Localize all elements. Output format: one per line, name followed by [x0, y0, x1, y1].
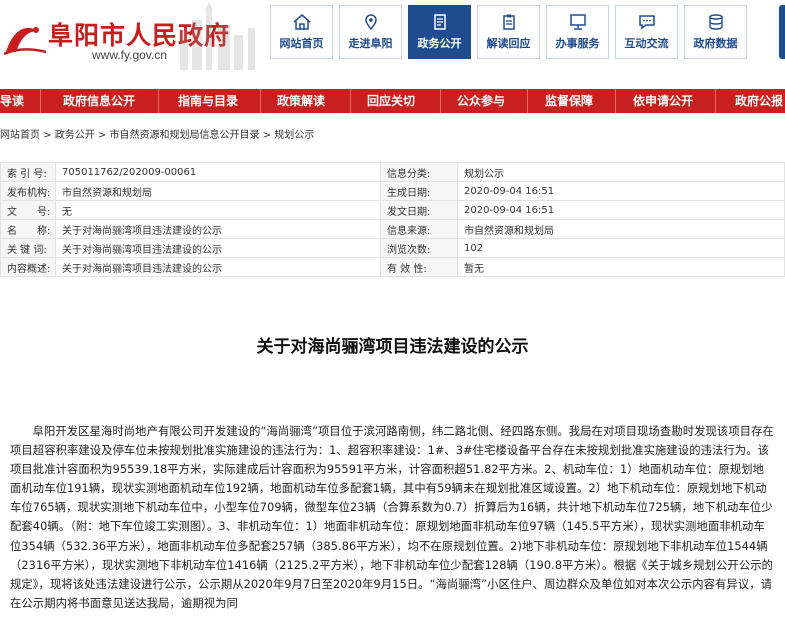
main-nav-item[interactable]: 依申请公开 — [633, 89, 693, 113]
meta-label: 生成日期: — [380, 181, 458, 201]
skyline-decoration — [180, 2, 255, 70]
meta-value: 2020-09-04 16:51 — [457, 200, 785, 220]
meta-value: 关于对海尚骊湾项目违法建设的公示 — [55, 257, 381, 277]
top-nav-label: 办事服务 — [555, 37, 600, 50]
meta-value: 关于对海尚骊湾项目违法建设的公示 — [55, 238, 381, 258]
nav-divider — [615, 89, 616, 113]
meta-label: 发文日期: — [380, 200, 458, 220]
article-title: 关于对海尚骊湾项目违法建设的公示 — [256, 337, 529, 357]
top-nav-label: 网站首页 — [279, 37, 324, 50]
site-url: www.fy.gov.cn — [92, 48, 167, 62]
nav-divider — [527, 89, 528, 113]
meta-label: 信息来源: — [380, 219, 458, 239]
meta-value: 102 — [457, 238, 785, 258]
clipboard-icon — [502, 14, 515, 30]
location-icon — [364, 14, 377, 30]
nav-divider — [158, 89, 159, 113]
meta-label: 索 引 号: — [0, 162, 56, 182]
meta-value: 705011762/202009-00061 — [55, 162, 381, 182]
main-nav-item[interactable]: 导读 — [0, 89, 24, 113]
meta-value: 市自然资源和规划局 — [457, 219, 785, 239]
meta-label: 名 称: — [0, 219, 56, 239]
meta-value: 市自然资源和规划局 — [55, 181, 381, 201]
main-nav-item[interactable]: 监督保障 — [545, 89, 593, 113]
meta-label: 文 号: — [0, 200, 56, 220]
top-nav-about[interactable]: 走进阜阳 — [339, 5, 402, 59]
main-nav-item[interactable]: 政府信息公开 — [63, 89, 135, 113]
meta-label: 发布机构: — [0, 181, 56, 201]
top-nav-label: 解读回应 — [486, 37, 531, 50]
meta-label: 信息分类: — [380, 162, 458, 182]
top-nav-interaction[interactable]: 互动交流 — [615, 5, 678, 59]
main-nav-item[interactable]: 公众参与 — [457, 89, 505, 113]
main-nav-item[interactable]: 政府公报 — [735, 89, 783, 113]
chat-icon — [638, 15, 655, 30]
meta-value: 无 — [55, 200, 381, 220]
meta-value: 关于对海尚骊湾项目违法建设的公示 — [55, 219, 381, 239]
monitor-icon — [569, 14, 586, 30]
top-nav-data[interactable]: 政府数据 — [684, 5, 747, 59]
meta-label: 内容概述: — [0, 257, 56, 277]
nav-divider — [350, 89, 351, 113]
top-nav-interpretation[interactable]: 解读回应 — [477, 5, 540, 59]
main-nav-item[interactable]: 指南与目录 — [178, 89, 238, 113]
database-icon — [708, 14, 723, 30]
meta-value: 2020-09-04 16:51 — [457, 181, 785, 201]
home-icon — [293, 14, 310, 30]
top-nav-home[interactable]: 网站首页 — [270, 5, 333, 59]
top-nav-label: 政务公开 — [417, 37, 462, 50]
document-icon — [433, 14, 446, 30]
top-nav-gov-info[interactable]: 政务公开 — [408, 5, 471, 59]
metadata-table: 索 引 号: 705011762/202009-00061 信息分类: 规划公示… — [0, 162, 785, 277]
top-nav-label: 互动交流 — [624, 37, 669, 50]
main-nav-item[interactable]: 回应关切 — [367, 89, 415, 113]
top-nav-more[interactable] — [779, 5, 785, 59]
top-nav-label: 走进阜阳 — [348, 37, 393, 50]
article-body: 阜阳开发区星海时尚地产有限公司开发建设的“海尚骊湾”项目位于滨河路南侧，纬二路北… — [10, 425, 774, 610]
meta-value: 规划公示 — [457, 162, 785, 182]
nav-divider — [440, 89, 441, 113]
top-nav-services[interactable]: 办事服务 — [546, 5, 609, 59]
nav-divider — [40, 89, 41, 113]
breadcrumb[interactable]: 网站首页 > 政务公开 > 市自然资源和规划局信息公开目录 > 规划公示 — [0, 126, 314, 141]
main-navigation: 导读 政府信息公开 指南与目录 政策解读 回应关切 公众参与 监督保障 依申请公… — [0, 89, 785, 113]
site-header: 阜阳市人民政府 www.fy.gov.cn 网站首页 走进阜阳 政务公开 解读回… — [0, 0, 785, 90]
meta-value: 暂无 — [457, 257, 785, 277]
nav-divider — [260, 89, 261, 113]
main-nav-item[interactable]: 政策解读 — [277, 89, 325, 113]
logo-emblem-icon — [3, 27, 47, 56]
nav-divider — [715, 89, 716, 113]
meta-label: 关 键 词: — [0, 238, 56, 258]
meta-label: 浏览次数: — [380, 238, 458, 258]
top-nav-label: 政府数据 — [693, 37, 738, 50]
meta-label: 有 效 性: — [380, 257, 458, 277]
